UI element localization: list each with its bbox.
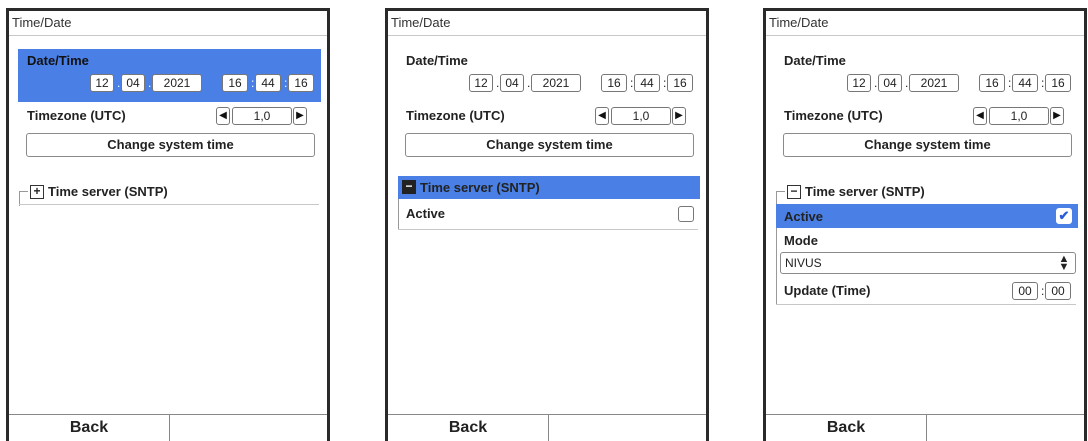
date-separator: . bbox=[148, 76, 152, 90]
timezone-field[interactable]: 1,0 bbox=[989, 107, 1049, 125]
month-field[interactable]: 04 bbox=[500, 74, 524, 92]
back-button[interactable]: Back bbox=[766, 415, 926, 441]
year-field[interactable]: 2021 bbox=[909, 74, 959, 92]
left-arrow-icon[interactable]: ◀ bbox=[595, 107, 609, 125]
left-arrow-icon[interactable]: ◀ bbox=[216, 107, 230, 125]
group-divider bbox=[398, 229, 698, 230]
minus-icon[interactable]: − bbox=[787, 185, 801, 199]
timezone-field[interactable]: 1,0 bbox=[611, 107, 671, 125]
title-divider bbox=[388, 35, 706, 36]
minus-icon[interactable]: − bbox=[402, 180, 416, 194]
title-divider bbox=[766, 35, 1084, 36]
time-separator: : bbox=[284, 76, 288, 90]
second-field[interactable]: 16 bbox=[667, 74, 693, 92]
mode-select[interactable]: NIVUS ▲ ▼ bbox=[780, 252, 1076, 274]
change-system-time-button[interactable]: Change system time bbox=[26, 133, 315, 157]
year-field[interactable]: 2021 bbox=[152, 74, 202, 92]
day-field[interactable]: 12 bbox=[90, 74, 114, 92]
plus-icon[interactable]: + bbox=[30, 185, 44, 199]
second-field[interactable]: 16 bbox=[1045, 74, 1071, 92]
date-time-label: Date/Time bbox=[27, 53, 89, 68]
left-arrow-icon[interactable]: ◀ bbox=[973, 107, 987, 125]
footer-divider bbox=[169, 415, 170, 441]
minute-field[interactable]: 44 bbox=[1012, 74, 1038, 92]
month-field[interactable]: 04 bbox=[878, 74, 902, 92]
year-field[interactable]: 2021 bbox=[531, 74, 581, 92]
time-separator: : bbox=[663, 76, 667, 90]
date-separator: . bbox=[905, 76, 909, 90]
time-separator: : bbox=[251, 76, 255, 90]
timezone-label: Timezone (UTC) bbox=[784, 108, 883, 123]
timezone-label: Timezone (UTC) bbox=[406, 108, 505, 123]
title-divider bbox=[9, 35, 327, 36]
minute-field[interactable]: 44 bbox=[634, 74, 660, 92]
time-separator: : bbox=[1041, 284, 1045, 298]
day-field[interactable]: 12 bbox=[847, 74, 871, 92]
date-separator: . bbox=[117, 76, 121, 90]
update-hour-field[interactable]: 00 bbox=[1012, 282, 1038, 300]
date-separator: . bbox=[874, 76, 878, 90]
date-separator: . bbox=[496, 76, 500, 90]
time-separator: : bbox=[1041, 76, 1045, 90]
change-system-time-button[interactable]: Change system time bbox=[783, 133, 1072, 157]
hour-field[interactable]: 16 bbox=[979, 74, 1005, 92]
back-button[interactable]: Back bbox=[9, 415, 169, 441]
date-separator: . bbox=[527, 76, 531, 90]
update-time-label: Update (Time) bbox=[784, 283, 871, 298]
group-bracket bbox=[398, 199, 399, 230]
mode-label: Mode bbox=[784, 233, 818, 248]
hour-field[interactable]: 16 bbox=[601, 74, 627, 92]
date-time-label: Date/Time bbox=[406, 53, 468, 68]
footer-bar: Back bbox=[766, 414, 1084, 441]
date-time-label: Date/Time bbox=[784, 53, 846, 68]
second-field[interactable]: 16 bbox=[288, 74, 314, 92]
screen-title: Time/Date bbox=[769, 15, 829, 30]
sntp-group-label[interactable]: Time server (SNTP) bbox=[420, 180, 540, 195]
footer-divider bbox=[548, 415, 549, 441]
screen-3: Time/Date Date/Time 12 . 04 . 2021 16 : … bbox=[763, 8, 1087, 441]
screen-title: Time/Date bbox=[391, 15, 451, 30]
sntp-group-label[interactable]: Time server (SNTP) bbox=[48, 184, 168, 199]
mode-select-value: NIVUS bbox=[785, 256, 822, 270]
back-button[interactable]: Back bbox=[388, 415, 548, 441]
timezone-field[interactable]: 1,0 bbox=[232, 107, 292, 125]
group-divider bbox=[19, 204, 319, 205]
day-field[interactable]: 12 bbox=[469, 74, 493, 92]
spinner-icon: ▲ ▼ bbox=[1058, 253, 1070, 273]
footer-divider bbox=[926, 415, 927, 441]
screen-1: Time/Date Date/Time 12 . 04 . 2021 16 : … bbox=[6, 8, 330, 441]
active-label: Active bbox=[406, 206, 446, 221]
time-separator: : bbox=[630, 76, 634, 90]
right-arrow-icon[interactable]: ▶ bbox=[672, 107, 686, 125]
group-divider bbox=[776, 304, 1076, 305]
screen-2: Time/Date Date/Time 12 . 04 . 2021 16 : … bbox=[385, 8, 709, 441]
active-checkbox[interactable] bbox=[678, 206, 694, 222]
month-field[interactable]: 04 bbox=[121, 74, 145, 92]
footer-bar: Back bbox=[388, 414, 706, 441]
hour-field[interactable]: 16 bbox=[222, 74, 248, 92]
update-minute-field[interactable]: 00 bbox=[1045, 282, 1071, 300]
minute-field[interactable]: 44 bbox=[255, 74, 281, 92]
change-system-time-button[interactable]: Change system time bbox=[405, 133, 694, 157]
check-icon[interactable]: ✔ bbox=[1056, 208, 1072, 224]
active-label: Active bbox=[784, 209, 824, 224]
right-arrow-icon[interactable]: ▶ bbox=[1050, 107, 1064, 125]
sntp-group-label[interactable]: Time server (SNTP) bbox=[805, 184, 925, 199]
screen-title: Time/Date bbox=[12, 15, 72, 30]
right-arrow-icon[interactable]: ▶ bbox=[293, 107, 307, 125]
footer-bar: Back bbox=[9, 414, 327, 441]
timezone-label: Timezone (UTC) bbox=[27, 108, 126, 123]
time-separator: : bbox=[1008, 76, 1012, 90]
group-bracket bbox=[776, 228, 777, 305]
